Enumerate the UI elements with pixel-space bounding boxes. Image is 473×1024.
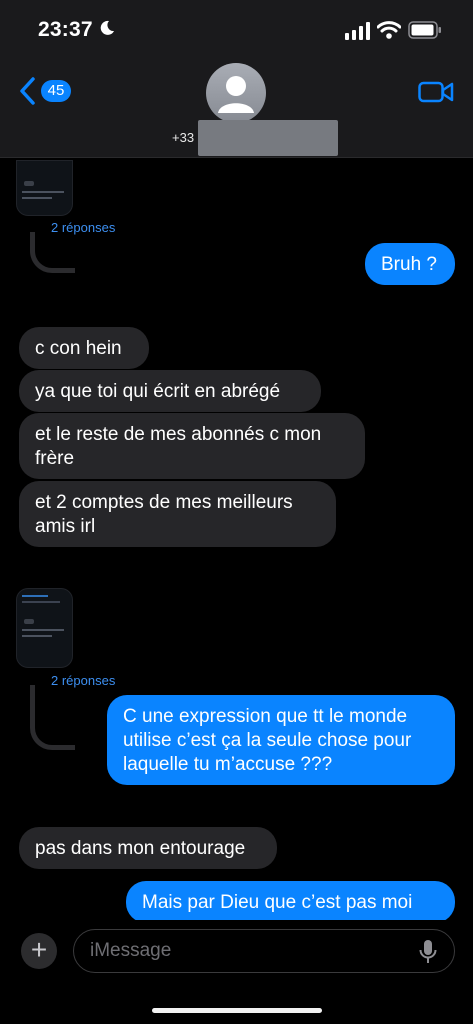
redacted-area xyxy=(198,120,338,156)
contact-avatar[interactable] xyxy=(206,63,266,123)
moon-icon xyxy=(100,20,114,35)
message-bubble-outgoing[interactable]: Bruh ? xyxy=(365,243,455,285)
message-bubble-incoming[interactable]: et le reste de mes abonnés c mon frère xyxy=(19,413,365,479)
thread-connector xyxy=(30,232,75,273)
person-icon xyxy=(218,76,254,113)
replied-message-thumbnail[interactable] xyxy=(16,588,73,668)
message-bubble-outgoing[interactable]: C une expression que tt le monde utilise… xyxy=(107,695,455,785)
message-bubble-incoming[interactable]: ya que toi qui écrit en abrégé xyxy=(19,370,321,412)
unread-count-badge[interactable]: 45 xyxy=(41,80,71,102)
message-bubble-incoming[interactable]: pas dans mon entourage xyxy=(19,827,277,869)
imessage-input[interactable]: iMessage xyxy=(73,929,455,973)
message-bubble-incoming[interactable]: c con hein xyxy=(19,327,149,369)
status-time: 23:37 xyxy=(38,18,93,41)
wifi-icon xyxy=(377,21,401,39)
thread-connector xyxy=(30,685,75,750)
contact-number[interactable]: +33 xyxy=(172,130,194,145)
cellular-signal-icon xyxy=(345,22,370,40)
add-attachment-button[interactable]: + xyxy=(21,933,57,969)
battery-icon xyxy=(408,21,441,39)
microphone-icon[interactable] xyxy=(418,939,438,965)
message-bubble-outgoing[interactable]: Mais par Dieu que c’est pas moi xyxy=(126,881,455,923)
back-chevron-icon[interactable] xyxy=(18,76,38,106)
home-indicator[interactable] xyxy=(152,1008,322,1013)
message-bubble-incoming[interactable]: et 2 comptes de mes meilleurs amis irl xyxy=(19,481,336,547)
video-call-icon[interactable] xyxy=(418,80,454,104)
replied-message-thumbnail[interactable] xyxy=(16,160,73,216)
